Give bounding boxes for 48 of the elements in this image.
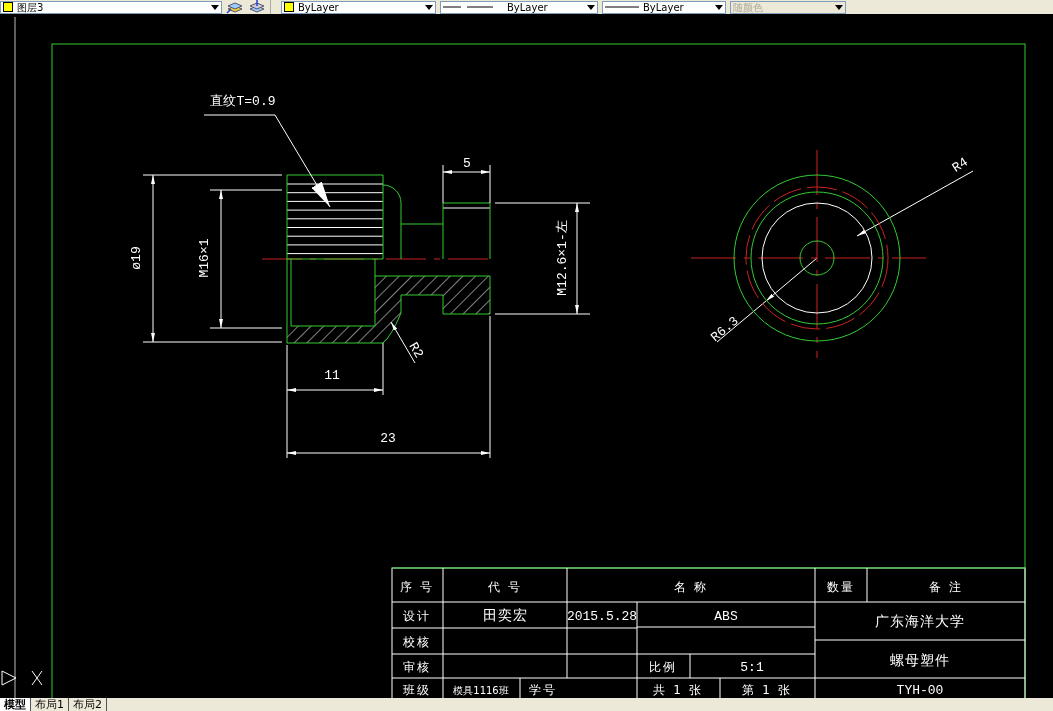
caret-icon [211,4,219,10]
color-swatch [284,2,294,12]
dimension-text: ø19 [129,246,144,270]
table-cell: 模具1116班 [453,685,509,696]
ucs-icon [1,670,43,686]
table-cell: 田奕宏 [482,607,528,623]
dimension-text: R2 [405,339,427,361]
table-cell: 设计 [403,609,431,623]
table-cell: 2015.5.28 [566,609,638,624]
table-cell: 第 1 张 [742,683,792,697]
table-cell: 螺母塑件 [890,652,950,668]
layers-icon[interactable] [226,0,244,14]
caret-icon [425,4,433,10]
caret-icon [587,4,595,10]
lineweight-dropdown[interactable]: ByLayer [602,0,726,14]
table-cell: 5:1 [740,660,764,675]
column-header: 备 注 [929,580,963,594]
table-cell: 共 1 张 [653,683,703,697]
dimension-text: R4 [949,154,971,176]
caret-icon [835,4,843,10]
dimension-text: 5 [463,156,471,171]
knurl-note: 直纹T=0.9 [210,94,276,109]
column-header: 数量 [827,580,855,594]
layout-tab[interactable]: 模型 [0,698,31,711]
table-cell: 比例 [649,660,677,674]
table-cell: 审核 [403,660,431,674]
column-header: 序 号 [400,580,434,594]
layout-tab[interactable]: 布局1 [31,698,69,711]
caret-icon [715,4,723,10]
layer-dropdown[interactable]: 图层3 [0,0,222,14]
line-sample-icon [605,5,639,9]
dimension-text: M16×1 [197,238,212,278]
table-cell: 广东海洋大学 [875,613,965,629]
dimension-text: M12.6×1-左 [555,220,570,296]
table-cell: TYH-00 [896,683,944,698]
table-cell: ABS [714,609,738,624]
table-cell: 班级 [403,683,431,697]
layers-icon[interactable] [248,0,266,14]
dimension-text: 23 [380,431,396,446]
column-header: 名 称 [674,580,708,594]
color-dropdown[interactable]: ByLayer [281,0,436,14]
layer-color-swatch [3,2,13,12]
table-cell: 学号 [529,683,557,697]
column-header: 代 号 [488,580,522,594]
linetype-dropdown[interactable]: ByLayer [440,0,598,14]
layout-tab[interactable]: 布局2 [69,698,107,711]
dimension-text: 11 [324,368,340,383]
table-cell: 校核 [403,635,431,649]
